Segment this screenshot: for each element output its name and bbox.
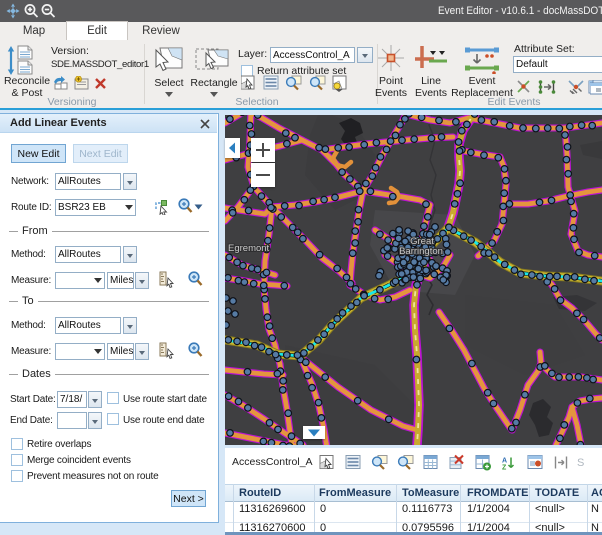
svg-text:Egremont: Egremont xyxy=(228,243,270,254)
svg-text:S: S xyxy=(577,457,584,469)
svg-text:Z: Z xyxy=(502,465,507,472)
svg-text:A: A xyxy=(502,458,507,465)
svg-text:Barrington: Barrington xyxy=(399,246,443,257)
